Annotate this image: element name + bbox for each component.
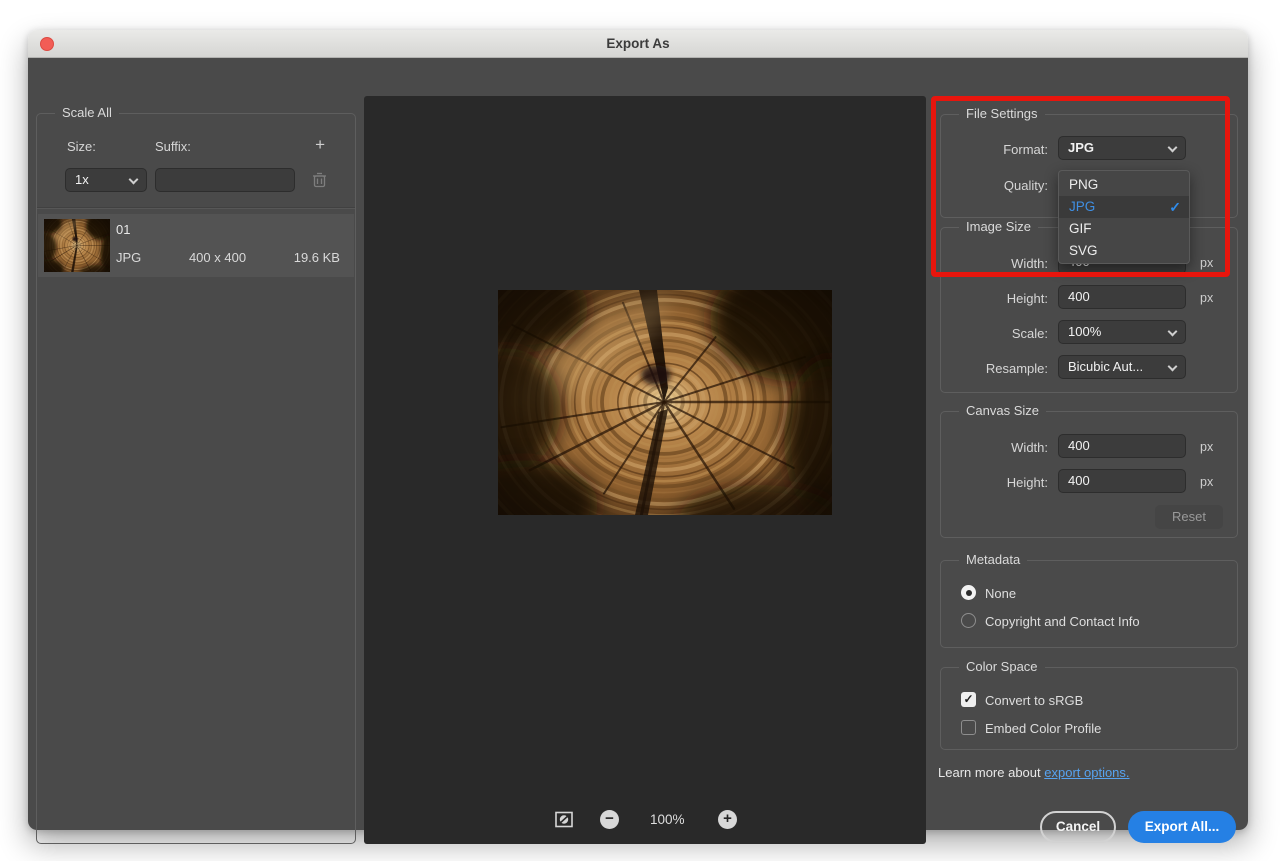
- file-size: 19.6 KB: [294, 250, 340, 265]
- zoom-in-button[interactable]: +: [718, 810, 737, 829]
- export-as-dialog: Export As Scale All Size: Suffix: + 1x: [28, 30, 1248, 830]
- size-select[interactable]: 1x: [65, 168, 147, 192]
- file-thumbnail: [44, 219, 110, 272]
- preview-image[interactable]: [498, 290, 832, 515]
- image-width-unit: px: [1200, 256, 1213, 270]
- zoom-controls: − 100% +: [364, 808, 926, 832]
- metadata-none-label: None: [985, 586, 1016, 601]
- convert-srgb-checkbox[interactable]: ✓: [961, 692, 976, 707]
- dialog-body: Scale All Size: Suffix: + 1x: [28, 58, 1248, 830]
- fit-view-icon[interactable]: [555, 811, 573, 833]
- preview-canvas: − 100% +: [364, 96, 926, 844]
- convert-srgb-label: Convert to sRGB: [985, 693, 1083, 708]
- resample-select[interactable]: Bicubic Aut...: [1058, 355, 1186, 379]
- reset-button[interactable]: Reset: [1155, 505, 1223, 529]
- suffix-label: Suffix:: [155, 139, 191, 154]
- canvas-height-unit: px: [1200, 475, 1213, 489]
- embed-profile-label: Embed Color Profile: [985, 721, 1101, 736]
- quality-label: Quality:: [940, 178, 1048, 193]
- canvas-height-input[interactable]: 400: [1058, 469, 1186, 493]
- file-name: 01: [116, 222, 130, 237]
- trash-icon[interactable]: [312, 172, 327, 193]
- file-list-item[interactable]: 01 JPG 400 x 400 19.6 KB: [38, 214, 354, 277]
- export-options-link[interactable]: export options.: [1044, 765, 1129, 780]
- canvas-height-label: Height:: [940, 475, 1048, 490]
- image-size-legend: Image Size: [959, 219, 1038, 234]
- learn-more-text: Learn more about export options.: [938, 765, 1130, 780]
- suffix-input[interactable]: [155, 168, 295, 192]
- add-scale-button[interactable]: +: [315, 138, 325, 152]
- scale-select-value: 100%: [1068, 324, 1101, 339]
- format-menu-item-gif[interactable]: GIF: [1059, 218, 1189, 240]
- cancel-button[interactable]: Cancel: [1040, 811, 1116, 843]
- image-height-input[interactable]: 400: [1058, 285, 1186, 309]
- color-space-legend: Color Space: [959, 659, 1045, 674]
- color-space-group: Color Space: [940, 667, 1238, 750]
- zoom-level[interactable]: 100%: [650, 812, 685, 827]
- format-select-value: JPG: [1068, 140, 1094, 155]
- scale-label: Scale:: [940, 326, 1048, 341]
- resample-select-value: Bicubic Aut...: [1068, 359, 1143, 374]
- export-all-button[interactable]: Export All...: [1128, 811, 1236, 843]
- format-label: Format:: [940, 142, 1048, 157]
- format-menu-item-jpg[interactable]: JPG ✓: [1059, 196, 1189, 218]
- chevron-down-icon: [129, 175, 139, 185]
- chevron-down-icon: [1168, 327, 1178, 337]
- format-select[interactable]: JPG: [1058, 136, 1186, 160]
- titlebar[interactable]: Export As: [28, 30, 1248, 58]
- dialog-title: Export As: [28, 30, 1248, 58]
- canvas-width-label: Width:: [940, 440, 1048, 455]
- resample-label: Resample:: [940, 361, 1048, 376]
- metadata-copyright-label: Copyright and Contact Info: [985, 614, 1140, 629]
- size-select-value: 1x: [75, 172, 89, 187]
- panel-divider: [37, 207, 355, 209]
- zoom-out-button[interactable]: −: [600, 810, 619, 829]
- chevron-down-icon: [1168, 362, 1178, 372]
- scale-all-panel: Scale All Size: Suffix: + 1x: [36, 113, 356, 844]
- chevron-down-icon: [1168, 143, 1178, 153]
- metadata-group: Metadata: [940, 560, 1238, 648]
- image-height-unit: px: [1200, 291, 1213, 305]
- scale-select[interactable]: 100%: [1058, 320, 1186, 344]
- check-icon: ✓: [1169, 196, 1181, 218]
- file-info: JPG 400 x 400 19.6 KB: [116, 250, 340, 265]
- metadata-none-radio[interactable]: [961, 585, 976, 600]
- image-height-label: Height:: [940, 291, 1048, 306]
- metadata-legend: Metadata: [959, 552, 1027, 567]
- metadata-copyright-radio[interactable]: [961, 613, 976, 628]
- format-menu-item-png[interactable]: PNG: [1059, 174, 1189, 196]
- format-menu-item-svg[interactable]: SVG: [1059, 240, 1189, 262]
- canvas-width-input[interactable]: 400: [1058, 434, 1186, 458]
- file-settings-legend: File Settings: [959, 106, 1045, 121]
- image-width-label: Width:: [940, 256, 1048, 271]
- file-dimensions: 400 x 400: [189, 250, 246, 265]
- format-menu: PNG JPG ✓ GIF SVG: [1058, 170, 1190, 264]
- embed-profile-checkbox[interactable]: [961, 720, 976, 735]
- scale-all-legend: Scale All: [55, 105, 119, 120]
- size-label: Size:: [67, 139, 96, 154]
- canvas-width-unit: px: [1200, 440, 1213, 454]
- file-format: JPG: [116, 250, 141, 265]
- canvas-size-legend: Canvas Size: [959, 403, 1046, 418]
